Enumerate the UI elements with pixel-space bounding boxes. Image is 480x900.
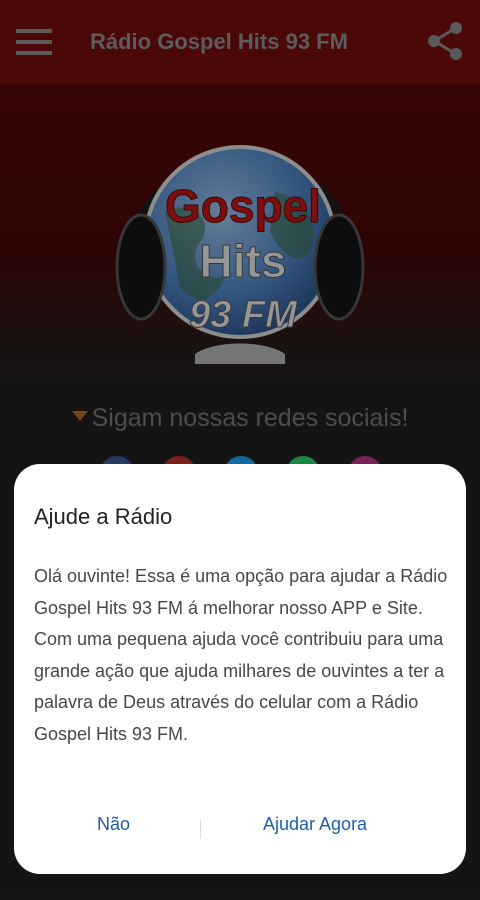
dialog-message: Olá ouvinte! Essa é uma opção para ajuda…	[34, 566, 448, 744]
button-divider	[200, 819, 201, 839]
dialog-title: Ajude a Rádio	[34, 504, 173, 529]
help-now-button[interactable]: Ajudar Agora	[263, 814, 367, 835]
no-button[interactable]: Não	[97, 814, 130, 835]
donation-dialog: Ajude a Rádio Olá ouvinte! Essa é uma op…	[14, 464, 466, 874]
